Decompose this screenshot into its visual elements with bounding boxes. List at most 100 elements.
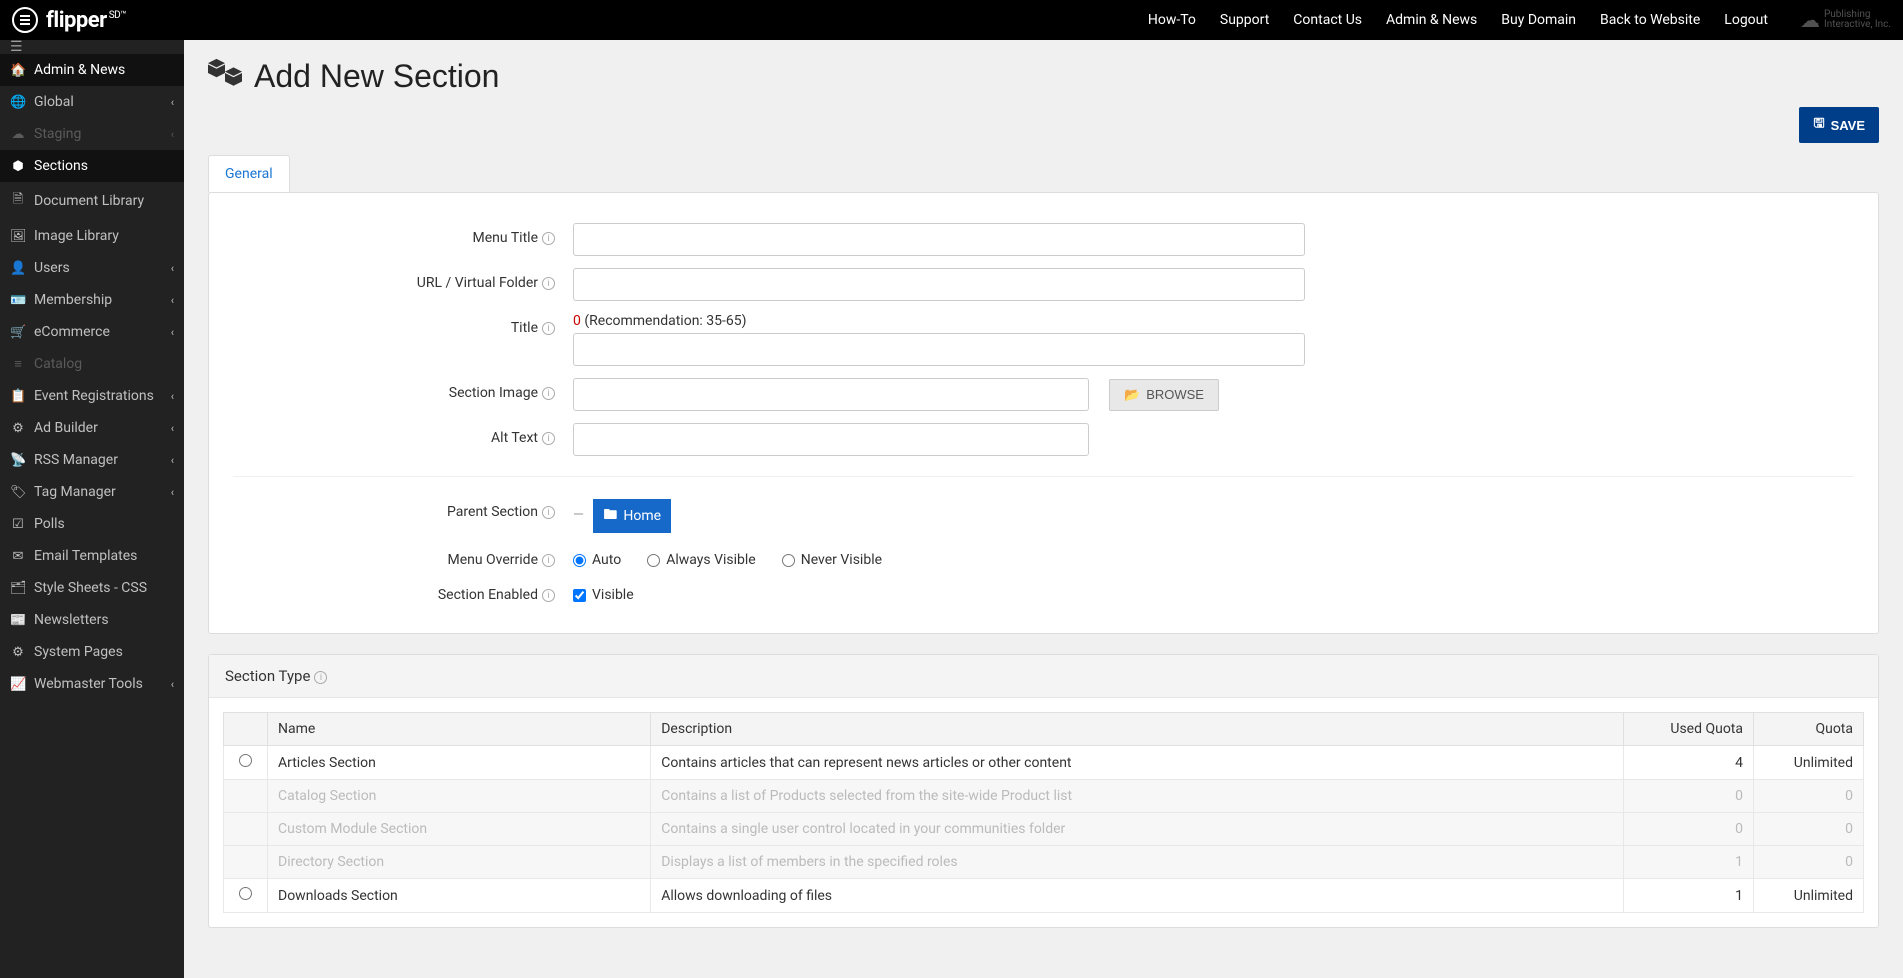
tag-manager-icon: 🏷	[10, 485, 26, 500]
sidebar-item-ecommerce[interactable]: 🛒eCommerce‹	[0, 316, 184, 348]
header-nav: How-To Support Contact Us Admin & News Buy D…	[1148, 8, 1891, 32]
ad-builder-icon: ⚙	[10, 421, 26, 436]
cell-quota: 0	[1754, 846, 1864, 879]
sidebar-item-tag-manager[interactable]: 🏷Tag Manager‹	[0, 476, 184, 508]
menu-override-label: Menu Override	[447, 552, 538, 568]
sidebar-item-global[interactable]: 🌐Global‹	[0, 86, 184, 118]
sidebar-item-document-library[interactable]: 🗎Document Library	[0, 182, 184, 220]
sidebar-item-ad-builder[interactable]: ⚙Ad Builder‹	[0, 412, 184, 444]
sidebar-item-style-sheets-css[interactable]: 🗂Style Sheets - CSS	[0, 572, 184, 604]
browse-button[interactable]: 📂BROWSE	[1109, 379, 1219, 411]
header-link-admin-news[interactable]: Admin & News	[1386, 12, 1477, 28]
header-link-contact-us[interactable]: Contact Us	[1293, 12, 1362, 28]
sidebar-item-polls[interactable]: ☑ Polls	[0, 508, 184, 540]
sidebar-item-label: Catalog	[34, 356, 82, 372]
visible-checkbox[interactable]	[573, 589, 586, 602]
sidebar-item-sections[interactable]: ⬢ Sections	[0, 150, 184, 182]
polls-icon: ☑	[10, 517, 26, 532]
header-link-how-to[interactable]: How-To	[1148, 12, 1196, 28]
page-header: Add New Section	[208, 58, 1879, 95]
info-icon[interactable]: i	[542, 432, 555, 445]
sidebar-item-label: Image Library	[34, 228, 119, 244]
sidebar-item-label: Event Registrations	[34, 388, 154, 404]
email-templates-icon: ✉	[10, 549, 26, 564]
sidebar-item-email-templates[interactable]: ✉Email Templates	[0, 540, 184, 572]
cell-quota: 0	[1754, 813, 1864, 846]
sidebar-item-newsletters[interactable]: 📰Newsletters	[0, 604, 184, 636]
info-icon[interactable]: i	[542, 387, 555, 400]
chevron-left-icon: ‹	[171, 294, 174, 307]
logo-icon	[12, 7, 38, 33]
menu-override-never[interactable]: Never Visible	[782, 552, 882, 568]
header-link-back-to-website[interactable]: Back to Website	[1600, 12, 1700, 28]
info-icon[interactable]: i	[314, 671, 327, 684]
radio-always[interactable]	[647, 554, 660, 567]
sidebar-item-label: Webmaster Tools	[34, 676, 143, 692]
sidebar-item-label: Sections	[34, 158, 88, 174]
sidebar-item-label: Polls	[34, 516, 65, 532]
col-quota: Quota	[1754, 713, 1864, 746]
title-recommendation: (Recommendation: 35-65)	[581, 313, 747, 329]
sidebar-item-label: eCommerce	[34, 324, 110, 340]
section-type-table: Name Description Used Quota Quota Articl…	[223, 712, 1864, 913]
cell-used-quota: 4	[1624, 746, 1754, 780]
info-icon[interactable]: i	[542, 322, 555, 335]
sidebar-item-users[interactable]: 👤Users‹	[0, 252, 184, 284]
menu-override-auto[interactable]: Auto	[573, 552, 621, 568]
info-icon[interactable]: i	[542, 506, 555, 519]
sidebar-item-image-library[interactable]: 🖼 Image Library	[0, 220, 184, 252]
title-input[interactable]	[573, 333, 1305, 366]
info-icon[interactable]: i	[542, 277, 555, 290]
folder-icon: 🖿	[603, 504, 617, 528]
url-folder-input[interactable]	[573, 268, 1305, 301]
cell-name: Directory Section	[268, 846, 651, 879]
table-row[interactable]: Downloads SectionAllows downloading of f…	[224, 879, 1864, 913]
sidebar-item-membership[interactable]: 🪪Membership‹	[0, 284, 184, 316]
image-library-icon: 🖼	[10, 229, 26, 244]
sidebar-item-event-registrations[interactable]: 📋Event Registrations‹	[0, 380, 184, 412]
cell-used-quota: 0	[1624, 813, 1754, 846]
col-name: Name	[268, 713, 651, 746]
section-enabled-label: Section Enabled	[438, 587, 538, 603]
sidebar: ☰ 🏠Admin & News🌐Global‹☁Staging‹⬢Section…	[0, 40, 184, 978]
radio-auto[interactable]	[573, 554, 586, 567]
menu-title-input[interactable]	[573, 223, 1305, 256]
sidebar-item-admin-news[interactable]: 🏠Admin & News	[0, 54, 184, 86]
info-icon[interactable]: i	[542, 232, 555, 245]
style-sheets-css-icon: 🗂	[10, 581, 26, 596]
section-type-radio[interactable]	[239, 887, 252, 900]
app-header: flipperSD™ How-ToSupportContact UsAdmin …	[0, 0, 1903, 40]
section-type-title: Section Type	[225, 667, 310, 685]
tab-general[interactable]: General	[208, 155, 290, 192]
sidebar-item-rss-manager[interactable]: 📡RSS Manager‹	[0, 444, 184, 476]
section-type-header: Section Type i	[209, 655, 1878, 698]
table-row[interactable]: Articles SectionContains articles that c…	[224, 746, 1864, 780]
save-button[interactable]: 🖫 SAVE	[1799, 107, 1879, 143]
parent-section-home[interactable]: 🖿Home	[593, 499, 671, 533]
header-link-buy-domain[interactable]: Buy Domain	[1501, 12, 1576, 28]
tree-connector: —	[573, 507, 584, 523]
header-link-support[interactable]: Support	[1220, 12, 1269, 28]
sidebar-toggle[interactable]: ☰	[0, 40, 184, 54]
sidebar-item-catalog: ≡Catalog	[0, 348, 184, 380]
sidebar-item-system-pages[interactable]: ⚙System Pages	[0, 636, 184, 668]
info-icon[interactable]: i	[542, 554, 555, 567]
alt-text-input[interactable]	[573, 423, 1089, 456]
sidebar-item-webmaster-tools[interactable]: 📈Webmaster Tools‹	[0, 668, 184, 700]
table-row: Catalog SectionContains a list of Produc…	[224, 780, 1864, 813]
sections-icon: ⬢	[10, 159, 26, 174]
sidebar-item-label: Admin & News	[34, 62, 125, 78]
cell-used-quota: 1	[1624, 846, 1754, 879]
cell-quota: 0	[1754, 780, 1864, 813]
menu-title-label: Menu Title	[473, 230, 538, 246]
section-type-radio[interactable]	[239, 754, 252, 767]
header-link-logout[interactable]: Logout	[1724, 12, 1768, 28]
section-image-input[interactable]	[573, 378, 1089, 411]
radio-never-label: Never Visible	[801, 552, 882, 568]
ecommerce-icon: 🛒	[10, 325, 26, 340]
menu-override-always[interactable]: Always Visible	[647, 552, 756, 568]
info-icon[interactable]: i	[542, 589, 555, 602]
general-panel: Menu Titlei URL / Virtual Folderi Titlei…	[208, 192, 1879, 634]
publisher-logo: ☁PublishingInteractive, Inc.	[1800, 8, 1891, 32]
radio-never[interactable]	[782, 554, 795, 567]
